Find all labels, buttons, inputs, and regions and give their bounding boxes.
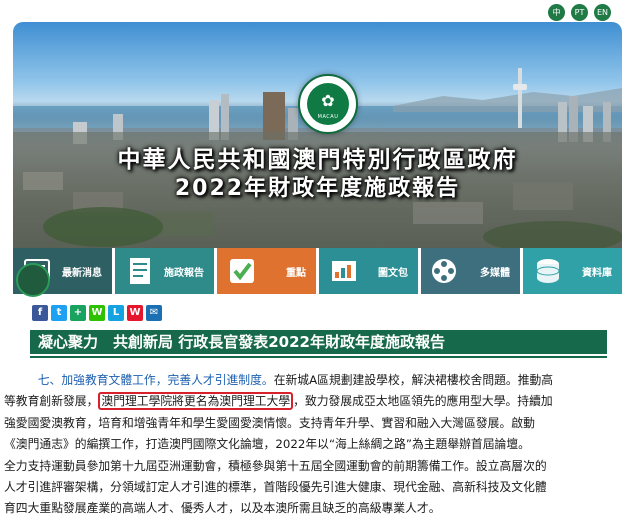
checkmark-icon xyxy=(230,259,254,283)
twitter-icon[interactable]: t xyxy=(51,305,67,321)
highlighted-phrase: 澳門理工學院將更名為澳門理工大學 xyxy=(98,392,294,411)
report-icon xyxy=(130,258,150,284)
share-bar: f t + W L W ✉ xyxy=(32,305,162,321)
language-switcher: 中 PT EN xyxy=(548,4,611,21)
tile-label: 多媒體 xyxy=(480,267,510,279)
share-plus-icon[interactable]: + xyxy=(70,305,86,321)
article-body: 七、加強教育文體工作，完善人才引進制度。在新城A區規劃建設學校，解決裙樓校舍問題… xyxy=(4,370,622,520)
article-heading: 凝心聚力 共創新局 行政長官發表2022年財政年度施政報告 xyxy=(30,330,607,354)
tile-policy-report[interactable]: 施政報告 xyxy=(115,248,217,294)
infographic-icon xyxy=(332,261,356,281)
hero-banner: ✿ MACAU 中華人民共和國澳門特別行政區政府 2022年財政年度施政報告 xyxy=(13,22,622,248)
paragraph-line: 強愛國愛澳教育，培育和增強青年和學生愛國愛澳情懷。支持青年升學、實習和融入大灣區… xyxy=(4,415,535,430)
tile-label: 施政報告 xyxy=(164,267,204,279)
film-reel-icon xyxy=(432,259,456,283)
paragraph-line: 全力支持運動員參加第十九屆亞洲運動會，積極參與第十五屆全國運動會的前期籌備工作。… xyxy=(4,458,547,473)
facebook-icon[interactable]: f xyxy=(32,305,48,321)
tile-label: 資料庫 xyxy=(582,267,612,279)
macau-emblem-logo: ✿ MACAU xyxy=(298,74,358,134)
tile-label: 最新消息 xyxy=(62,267,102,279)
lang-portuguese-button[interactable]: PT xyxy=(571,4,588,21)
paragraph-line: 七、加強教育文體工作，完善人才引進制度。在新城A區規劃建設學校，解決裙樓校舍問題… xyxy=(4,370,622,391)
lang-chinese-button[interactable]: 中 xyxy=(548,4,565,21)
paragraph-line: 人才引進評審架構，分領域訂定人才引進的標準，首階段優先引進大健康、現代金融、高新… xyxy=(4,480,547,495)
tile-label: 圖文包 xyxy=(378,267,408,279)
lang-english-button[interactable]: EN xyxy=(594,4,611,21)
lotus-icon: ✿ xyxy=(321,91,335,110)
heading-divider xyxy=(30,356,607,358)
line-icon[interactable]: L xyxy=(108,305,124,321)
tile-key-points[interactable]: 重點 xyxy=(217,248,319,294)
tile-database[interactable]: 資料庫 xyxy=(523,248,622,294)
text-run: 在新城A區規劃建設學校，解決裙樓校舍問題。推動高 xyxy=(273,373,554,387)
tile-label: 重點 xyxy=(286,267,306,279)
city-skyline-illustration xyxy=(13,68,622,248)
text-run: ，致力發展成亞太地區領先的應用型大學。持續加 xyxy=(293,394,553,409)
emblem-inner: ✿ MACAU xyxy=(307,83,349,125)
paragraph-line: 育四大重點發展產業的高端人才、優秀人才，以及本澳所需且缺乏的高級專業人才。 xyxy=(4,501,441,516)
floating-scroll-button[interactable] xyxy=(16,263,50,297)
banner-title-line2: 2022年財政年度施政報告 xyxy=(174,176,461,201)
tile-multimedia[interactable]: 多媒體 xyxy=(421,248,523,294)
database-icon xyxy=(536,259,560,283)
wechat-icon[interactable]: W xyxy=(89,305,105,321)
weibo-icon[interactable]: W xyxy=(127,305,143,321)
banner-title-line1: 中華人民共和國澳門特別行政區政府 xyxy=(117,147,518,173)
paragraph-line: 《澳門通志》的編撰工作，打造澳門國際文化論壇，2022年以“海上絲綢之路”為主題… xyxy=(4,437,530,452)
text-run: 等教育創新發展， xyxy=(4,394,99,409)
paragraph-line: 等教育創新發展， 澳門理工學院將更名為澳門理工大學 ，致力發展成亞太地區領先的應用型… xyxy=(4,391,622,412)
section-lead: 七、加強教育文體工作，完善人才引進制度。 xyxy=(37,373,274,387)
section-nav: 最新消息 施政報告 重點 圖文包 多媒體 資料庫 xyxy=(13,248,622,294)
emblem-text: MACAU xyxy=(317,114,339,120)
tile-infographics[interactable]: 圖文包 xyxy=(319,248,421,294)
email-icon[interactable]: ✉ xyxy=(146,305,162,321)
